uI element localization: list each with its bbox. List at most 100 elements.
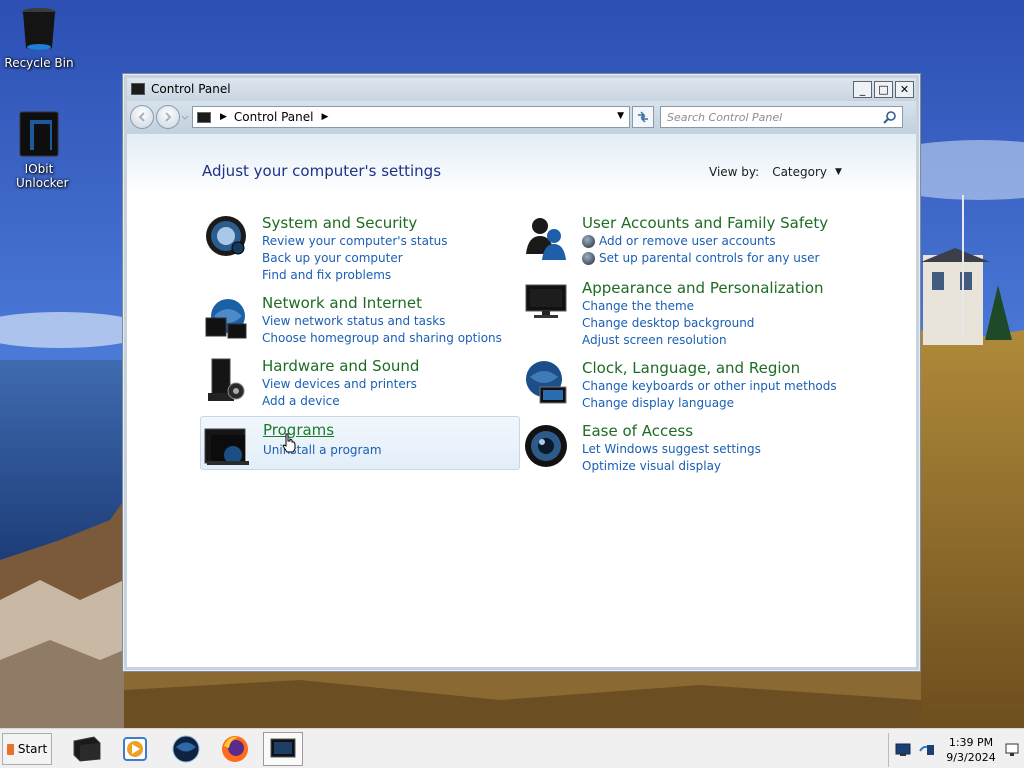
- category-link[interactable]: Optimize visual display: [582, 458, 761, 475]
- category-link[interactable]: Find and fix problems: [262, 267, 448, 284]
- desktop-icon-iobit-unlocker[interactable]: IObit Unlocker: [1, 110, 77, 190]
- control-panel-icon: [197, 111, 211, 123]
- category-link[interactable]: Set up parental controls for any user: [582, 250, 828, 267]
- category-link[interactable]: Let Windows suggest settings: [582, 441, 761, 458]
- category-link[interactable]: Change desktop background: [582, 315, 824, 332]
- file-explorer-icon: [73, 736, 101, 762]
- recycle-bin-label: Recycle Bin: [4, 56, 74, 70]
- search-box[interactable]: [660, 106, 903, 128]
- category-link-text[interactable]: Set up parental controls for any user: [599, 250, 819, 267]
- system-security-icon[interactable]: [202, 214, 250, 262]
- start-button[interactable]: Start: [2, 733, 52, 765]
- action-center-icon[interactable]: [895, 743, 911, 757]
- iobit-unlocker-label: IObit Unlocker: [16, 162, 69, 190]
- category-system-security: System and Security Review your computer…: [202, 214, 448, 284]
- category-network-internet: Network and Internet View network status…: [202, 294, 502, 347]
- globe-shield-icon: [582, 252, 595, 265]
- category-link[interactable]: Back up your computer: [262, 250, 448, 267]
- hardware-sound-icon[interactable]: [202, 357, 250, 405]
- forward-button[interactable]: [156, 105, 180, 129]
- title-bar[interactable]: Control Panel _ □ ✕: [127, 78, 916, 100]
- breadcrumb-control-panel[interactable]: Control Panel: [234, 110, 314, 124]
- category-link[interactable]: Choose homegroup and sharing options: [262, 330, 502, 347]
- firefox-icon: [222, 736, 248, 762]
- user-accounts-icon[interactable]: [522, 214, 570, 262]
- category-hardware-sound: Hardware and Sound View devices and prin…: [202, 357, 419, 410]
- category-clock-region: Clock, Language, and Region Change keybo…: [522, 359, 837, 412]
- clock[interactable]: 1:39 PM 9/3/2024: [945, 735, 997, 765]
- search-icon[interactable]: [883, 110, 897, 124]
- clock-date: 9/3/2024: [946, 751, 996, 764]
- category-link-text[interactable]: Add or remove user accounts: [599, 233, 776, 250]
- category-title[interactable]: Hardware and Sound: [262, 357, 419, 375]
- system-tray: 1:39 PM 9/3/2024: [888, 733, 1024, 767]
- window-title: Control Panel: [151, 82, 231, 96]
- iobit-unlocker-icon: [18, 110, 60, 158]
- network-icon[interactable]: [202, 294, 250, 342]
- network-status-icon[interactable]: [919, 743, 935, 757]
- desktop-icon-recycle-bin[interactable]: Recycle Bin: [1, 6, 77, 70]
- minimize-button[interactable]: _: [853, 80, 872, 98]
- category-link[interactable]: Change display language: [582, 395, 837, 412]
- close-button[interactable]: ✕: [895, 80, 914, 98]
- category-link[interactable]: View devices and printers: [262, 376, 419, 393]
- programs-icon[interactable]: [203, 421, 251, 469]
- category-title[interactable]: System and Security: [262, 214, 448, 232]
- breadcrumb-arrow-icon[interactable]: ▶: [322, 112, 329, 122]
- globe-shield-icon: [582, 235, 595, 248]
- category-title[interactable]: User Accounts and Family Safety: [582, 214, 828, 232]
- view-by: View by: Category ▼: [709, 165, 842, 179]
- start-label: Start: [17, 742, 48, 756]
- category-programs[interactable]: Programs Uninstall a program: [200, 416, 520, 470]
- control-panel-content: Adjust your computer's settings View by:…: [127, 134, 916, 667]
- media-player-icon: [123, 737, 147, 761]
- control-panel-icon: [131, 83, 145, 95]
- category-link[interactable]: Add or remove user accounts: [582, 233, 828, 250]
- back-button[interactable]: [130, 105, 154, 129]
- refresh-icon: [638, 111, 648, 123]
- maximize-button[interactable]: □: [874, 80, 893, 98]
- appearance-icon[interactable]: [522, 279, 570, 327]
- hand-cursor-icon: [282, 433, 296, 453]
- forward-arrow-icon: [165, 112, 172, 122]
- taskbar-firefox[interactable]: [215, 732, 255, 766]
- refresh-button[interactable]: [632, 106, 654, 128]
- taskbar-media-player[interactable]: [115, 732, 155, 766]
- windows-logo-icon: [6, 743, 14, 755]
- category-ease-of-access: Ease of Access Let Windows suggest setti…: [522, 422, 761, 475]
- control-panel-window: Control Panel _ □ ✕ ▶ Control Panel ▶ ▼: [122, 73, 921, 672]
- category-link[interactable]: Change keyboards or other input methods: [582, 378, 837, 395]
- category-title[interactable]: Appearance and Personalization: [582, 279, 824, 297]
- category-appearance: Appearance and Personalization Change th…: [522, 279, 824, 349]
- category-title[interactable]: Network and Internet: [262, 294, 502, 312]
- clock-time: 1:39 PM: [948, 736, 994, 749]
- category-link[interactable]: Change the theme: [582, 298, 824, 315]
- navigation-toolbar: ▶ Control Panel ▶ ▼: [127, 101, 916, 133]
- taskbar-control-panel[interactable]: [263, 732, 303, 766]
- category-title[interactable]: Ease of Access: [582, 422, 761, 440]
- category-user-accounts: User Accounts and Family Safety Add or r…: [522, 214, 828, 267]
- address-dropdown-icon[interactable]: ▼: [617, 111, 624, 121]
- recycle-bin-icon: [19, 6, 59, 52]
- show-desktop-icon[interactable]: [1005, 743, 1019, 757]
- chevron-down-icon[interactable]: ▼: [835, 167, 842, 177]
- ease-of-access-icon[interactable]: [522, 422, 570, 470]
- category-link[interactable]: Review your computer's status: [262, 233, 448, 250]
- category-link[interactable]: Add a device: [262, 393, 419, 410]
- clock-region-icon[interactable]: [522, 359, 570, 407]
- category-title[interactable]: Clock, Language, and Region: [582, 359, 837, 377]
- view-by-label: View by:: [709, 165, 760, 179]
- view-by-dropdown[interactable]: Category: [772, 165, 827, 179]
- page-title: Adjust your computer's settings: [202, 162, 442, 180]
- category-link[interactable]: View network status and tasks: [262, 313, 502, 330]
- category-link[interactable]: Adjust screen resolution: [582, 332, 824, 349]
- taskbar-file-explorer[interactable]: [66, 732, 106, 766]
- taskbar-globe[interactable]: [166, 732, 206, 766]
- recent-pages-dropdown-icon[interactable]: [182, 113, 188, 121]
- breadcrumb-arrow-icon[interactable]: ▶: [220, 112, 227, 122]
- back-arrow-icon: [138, 112, 145, 122]
- control-panel-icon: [270, 738, 296, 758]
- address-bar[interactable]: ▶ Control Panel ▶ ▼: [192, 106, 630, 128]
- globe-icon: [172, 735, 200, 763]
- search-input[interactable]: [667, 108, 877, 126]
